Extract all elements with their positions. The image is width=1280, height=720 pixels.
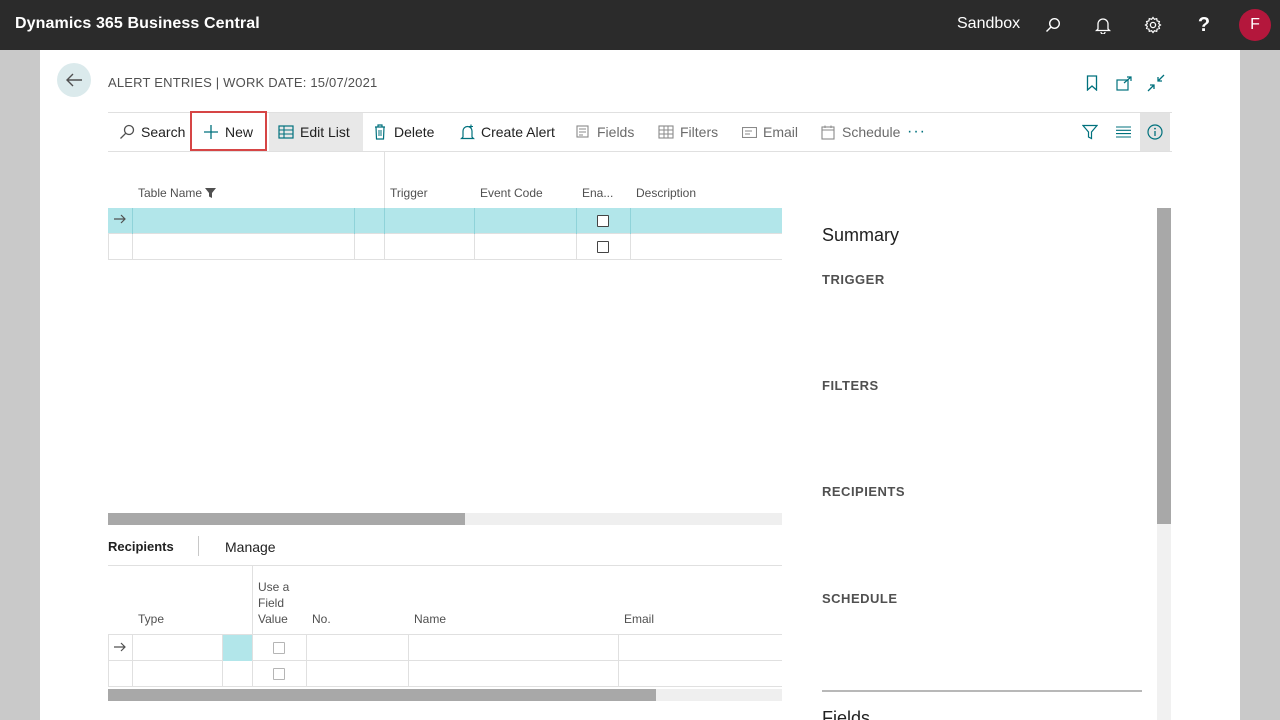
scrollbar-thumb[interactable] [108,689,656,701]
table-row[interactable] [108,634,782,661]
arrow-left-icon [66,73,82,87]
search-label: Search [141,124,186,140]
trash-icon [371,123,389,141]
scrollbar-thumb[interactable] [108,513,465,525]
filters-label: Filters [680,124,719,140]
search-icon [118,123,136,141]
app-header: Dynamics 365 Business Central Sandbox ? … [0,0,1280,50]
use-field-value-checkbox[interactable] [273,642,285,654]
table-row[interactable] [108,208,782,234]
factbox-title: Summary [822,225,900,245]
filter-active-icon [205,188,217,198]
subpage-divider [108,565,782,566]
factbox-vertical-scrollbar[interactable] [1157,208,1171,720]
subpage-horizontal-scrollbar[interactable] [108,689,782,701]
scrollbar-thumb[interactable] [1157,208,1171,524]
table-row[interactable] [108,661,782,687]
selected-cell[interactable] [222,635,252,661]
schedule-button[interactable]: Schedule [819,113,900,151]
factbox-label-trigger: TRIGGER [822,272,885,287]
factbox-label-filters: FILTERS [822,378,879,393]
bell-icon[interactable] [1090,12,1116,38]
column-divider [384,152,385,208]
schedule-icon [819,123,837,141]
fields-label: Fields [597,124,635,140]
create-alert-button[interactable]: Create Alert [458,113,555,151]
column-header-table-name[interactable]: Table Name [138,186,217,200]
bookmark-icon[interactable] [1082,73,1102,93]
column-header-email[interactable]: Email [624,611,654,627]
page-title: ALERT ENTRIES | WORK DATE: 15/07/2021 [108,75,378,90]
delete-label: Delete [394,124,435,140]
use-field-value-checkbox[interactable] [273,668,285,680]
gear-icon[interactable] [1140,12,1166,38]
filters-button[interactable]: Filters [657,113,718,151]
edit-list-icon [277,123,295,141]
tab-divider [198,536,199,556]
edit-list-label: Edit List [300,124,350,140]
factbox-label-recipients: RECIPIENTS [822,484,906,499]
factbox-fields-title: Fields [822,708,871,720]
open-new-window-icon[interactable] [1114,73,1134,93]
filters-grid-icon [657,123,675,141]
fields-icon [574,123,592,141]
tab-manage[interactable]: Manage [225,539,276,555]
column-header-trigger[interactable]: Trigger [390,186,428,200]
avatar[interactable]: F [1239,9,1271,41]
page-container: ALERT ENTRIES | WORK DATE: 15/07/2021 Se… [40,50,1240,720]
table-row[interactable] [108,234,782,260]
tab-recipients[interactable]: Recipients [108,539,174,554]
column-header-enabled[interactable]: Ena... [582,186,613,200]
column-header-use-field-value[interactable]: Use a Field Value [258,579,289,627]
column-header-name[interactable]: Name [414,611,446,627]
create-alert-icon [458,123,476,141]
enabled-checkbox[interactable] [597,215,609,227]
create-alert-label: Create Alert [481,124,555,140]
collapse-icon[interactable] [1146,73,1166,93]
delete-button[interactable]: Delete [371,113,434,151]
factbox-label-schedule: SCHEDULE [822,591,898,606]
fields-button[interactable]: Fields [574,113,634,151]
schedule-label: Schedule [842,124,901,140]
app-title[interactable]: Dynamics 365 Business Central [15,15,260,33]
list-horizontal-scrollbar[interactable] [108,513,782,525]
help-icon[interactable]: ? [1191,12,1217,38]
search-icon[interactable] [1040,12,1066,38]
action-bar: Search New Edit List Delete Create Alert… [108,111,1172,152]
more-options-button[interactable]: ··· [907,113,926,151]
arrow-right-icon [113,212,127,228]
back-button[interactable] [57,63,91,97]
column-header-event-code[interactable]: Event Code [480,186,543,200]
column-header-no[interactable]: No. [312,611,331,627]
new-button-highlight [190,111,267,151]
filter-icon[interactable] [1075,113,1105,151]
environment-name[interactable]: Sandbox [957,15,1020,33]
list-view-icon[interactable] [1108,113,1138,151]
enabled-checkbox[interactable] [597,241,609,253]
edit-list-button[interactable]: Edit List [269,113,363,151]
email-button[interactable]: Email [740,113,798,151]
info-icon[interactable] [1140,113,1170,151]
column-header-description[interactable]: Description [636,186,696,200]
arrow-right-icon [113,640,127,656]
column-header-type[interactable]: Type [138,611,164,627]
email-icon [740,123,758,141]
email-label: Email [763,124,799,140]
search-button[interactable]: Search [118,113,185,151]
factbox-divider [822,690,1142,692]
